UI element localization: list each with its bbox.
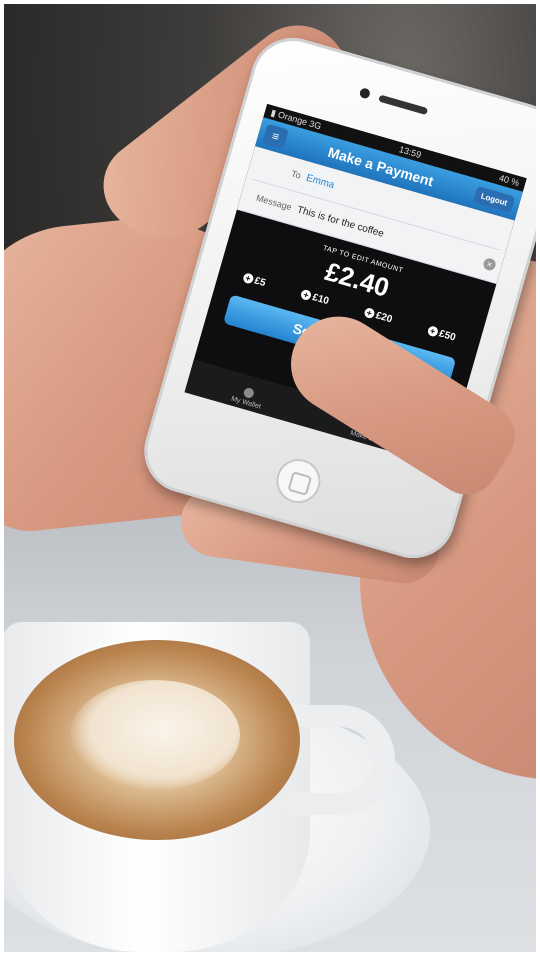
to-label: To [290,168,303,181]
add-20-button[interactable]: +£20 [363,306,394,326]
wallet-icon [242,386,255,400]
home-square-icon [287,471,313,496]
latte-art [70,680,240,790]
tab-my-wallet[interactable]: My Wallet [230,384,265,411]
earpiece-speaker [378,94,429,116]
hamburger-icon: ≡ [270,128,281,145]
quick-amount-label: £5 [253,275,267,290]
add-50-button[interactable]: +£50 [426,325,457,344]
tab-label: My Wallet [230,395,262,411]
logout-button[interactable]: Logout [473,185,516,213]
add-10-button[interactable]: +£10 [299,288,331,308]
add-5-button[interactable]: +£5 [241,272,267,290]
network-text: 3G [308,117,323,131]
quick-amount-label: £50 [437,328,457,344]
home-button[interactable] [271,453,326,509]
clear-icon[interactable]: × [482,256,497,272]
plus-icon: + [299,288,313,302]
menu-button[interactable]: ≡ [262,123,289,150]
plus-icon: + [363,306,376,320]
plus-icon: + [426,325,439,338]
quick-amount-label: £20 [374,310,394,326]
front-camera-icon [358,87,372,100]
message-label: Message [255,192,293,213]
quick-amount-label: £10 [311,292,331,308]
plus-icon: + [241,272,255,285]
cup-handle [285,705,395,815]
photo-frame: ▮ Orange 3G 13:59 40 % ≡ Make a Payment … [0,0,540,956]
recipient-field[interactable]: Emma [305,172,336,191]
